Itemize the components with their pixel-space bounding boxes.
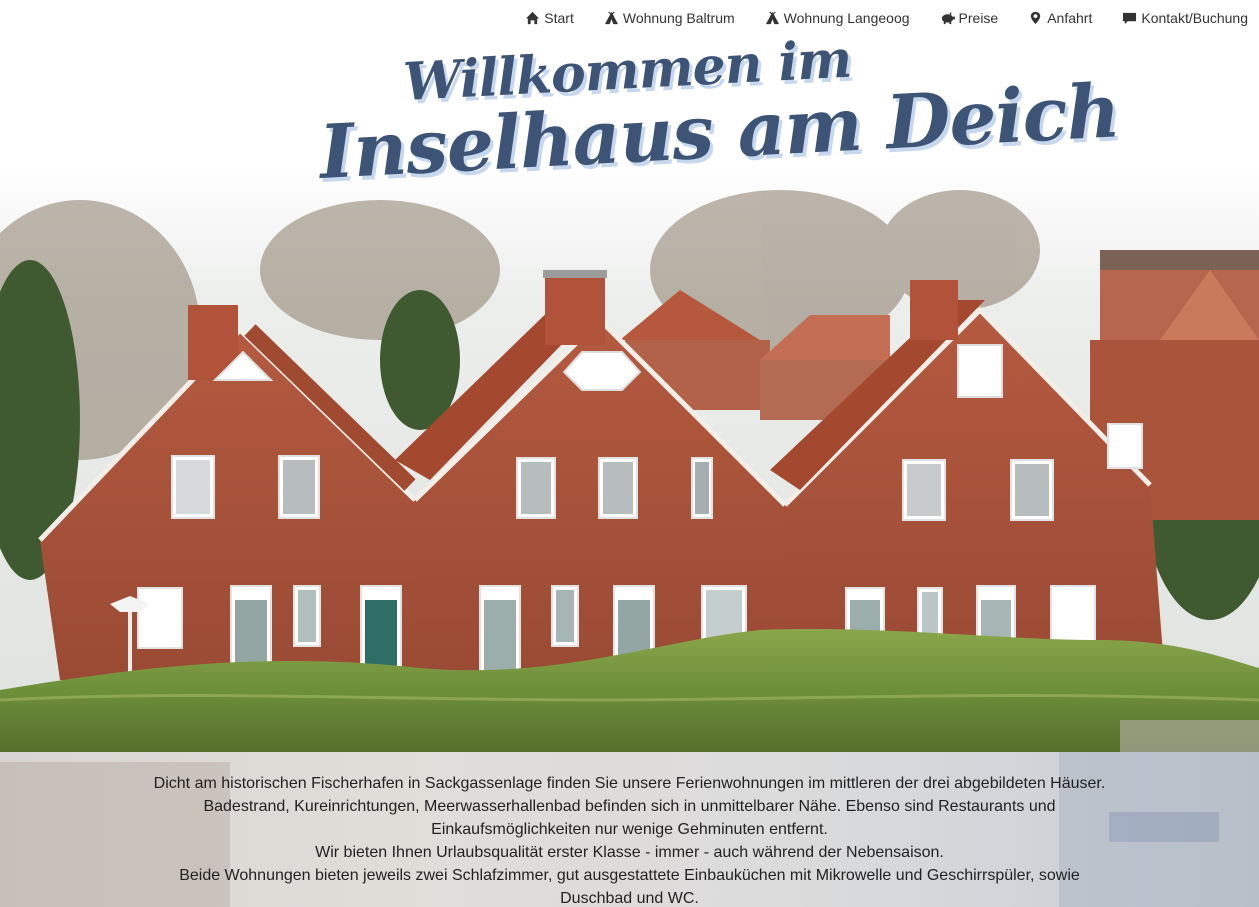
- map-marker-icon: [1028, 11, 1043, 25]
- nav-item-label: Kontakt/Buchung: [1141, 10, 1248, 26]
- nav-item-label: Preise: [958, 10, 999, 26]
- nav-item-label: Wohnung Baltrum: [622, 10, 735, 26]
- intro-paragraph-3: Beide Wohnungen bieten jeweils zwei Schl…: [179, 867, 1080, 907]
- hero-photo-houses: [0, 0, 1259, 752]
- nav-item-start[interactable]: Start: [525, 10, 574, 26]
- home-icon: [525, 11, 540, 25]
- tent-icon: [765, 11, 780, 25]
- nav-item-wohnung-langeoog[interactable]: Wohnung Langeoog: [765, 10, 910, 26]
- intro-text: Dicht am historischen Fischerhafen in Sa…: [150, 772, 1110, 907]
- comment-icon: [1122, 11, 1137, 25]
- nav-item-label: Wohnung Langeoog: [783, 10, 910, 26]
- nav-item-anfahrt[interactable]: Anfahrt: [1028, 10, 1092, 26]
- background-photo-ghost: [1109, 812, 1219, 842]
- main-navigation: Start Wohnung Baltrum Wohnung Langeoog P…: [0, 0, 1259, 36]
- intro-section: Dicht am historischen Fischerhafen in Sa…: [0, 752, 1259, 907]
- nav-item-label: Start: [544, 10, 574, 26]
- intro-paragraph-1: Dicht am historischen Fischerhafen in Sa…: [153, 775, 1106, 838]
- tent-icon: [604, 11, 619, 25]
- nav-item-kontakt-buchung[interactable]: Kontakt/Buchung: [1122, 10, 1248, 26]
- nav-item-label: Anfahrt: [1047, 10, 1093, 26]
- piggy-bank-icon: [940, 11, 955, 25]
- hero-section: Willkommen im Inselhaus am Deich: [0, 0, 1259, 752]
- intro-paragraph-2: Wir bieten Ihnen Urlaubsqualität erster …: [315, 844, 944, 861]
- nav-item-preise[interactable]: Preise: [940, 10, 999, 26]
- nav-item-wohnung-baltrum[interactable]: Wohnung Baltrum: [604, 10, 735, 26]
